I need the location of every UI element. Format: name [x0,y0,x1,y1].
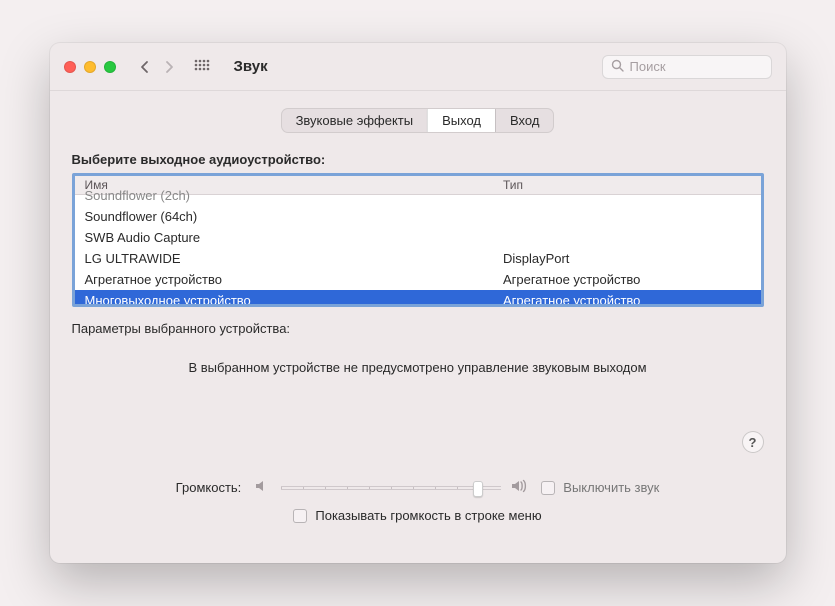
device-type: Агрегатное устройство [493,290,761,304]
show-all-button[interactable] [194,59,210,75]
params-label: Параметры выбранного устройства: [72,321,764,336]
device-type: DisplayPort [493,248,761,269]
back-button[interactable] [140,60,150,74]
show-in-menu-wrap[interactable]: Показывать громкость в строке меню [293,508,541,523]
table-row[interactable]: SWB Audio Capture [75,227,761,248]
nav-buttons [140,60,174,74]
mute-checkbox-wrap[interactable]: Выключить звук [541,480,659,495]
tabs: Звуковые эффекты Выход Вход [72,109,764,132]
table-row[interactable]: Soundflower (2ch) [75,185,761,206]
volume-row: Громкость: Выключить звук [176,479,660,496]
device-type [493,206,761,227]
device-type [493,227,761,248]
table-row[interactable]: Агрегатное устройствоАгрегатное устройст… [75,269,761,290]
speaker-high-icon [511,479,531,496]
device-table[interactable]: Имя Тип Soundflower (2ch)Soundflower (64… [72,173,764,307]
forward-button[interactable] [164,60,174,74]
device-name: Soundflower (64ch) [75,206,493,227]
device-name: SWB Audio Capture [75,227,493,248]
device-name: Многовыходное устройство [75,290,493,304]
choose-output-label: Выберите выходное аудиоустройство: [72,152,764,167]
device-type [493,185,761,206]
search-input[interactable] [630,59,763,74]
device-name: Soundflower (2ch) [75,185,493,206]
volume-knob[interactable] [473,481,483,497]
zoom-button[interactable] [104,61,116,73]
tab-effects[interactable]: Звуковые эффекты [282,109,428,132]
show-in-menu-checkbox[interactable] [293,509,307,523]
tab-input[interactable]: Вход [495,109,553,132]
mute-checkbox[interactable] [541,481,555,495]
search-field[interactable] [602,55,772,79]
segmented-control: Звуковые эффекты Выход Вход [282,109,554,132]
device-name: LG ULTRAWIDE [75,248,493,269]
search-icon [611,59,624,75]
content: Звуковые эффекты Выход Вход Выберите вых… [50,91,786,563]
show-in-menu-label: Показывать громкость в строке меню [315,508,541,523]
footer: Громкость: Выключить звук Показывать гро… [72,479,764,523]
minimize-button[interactable] [84,61,96,73]
table-row[interactable]: LG ULTRAWIDEDisplayPort [75,248,761,269]
table-row[interactable]: Soundflower (64ch) [75,206,761,227]
tab-output[interactable]: Выход [427,109,495,132]
device-name: Агрегатное устройство [75,269,493,290]
table-body: Soundflower (2ch)Soundflower (64ch)SWB A… [75,185,761,304]
speaker-low-icon [255,479,271,496]
volume-slider[interactable] [281,486,501,490]
page-title: Звук [234,58,268,75]
preferences-window: Звук Звуковые эффекты Выход Вход Выберит… [50,43,786,563]
close-button[interactable] [64,61,76,73]
volume-label: Громкость: [176,480,242,495]
help-button[interactable]: ? [742,431,764,453]
params-message: В выбранном устройстве не предусмотрено … [72,360,764,375]
titlebar: Звук [50,43,786,91]
device-type: Агрегатное устройство [493,269,761,290]
window-controls [64,61,116,73]
table-row[interactable]: Многовыходное устройствоАгрегатное устро… [75,290,761,304]
mute-label: Выключить звук [563,480,659,495]
